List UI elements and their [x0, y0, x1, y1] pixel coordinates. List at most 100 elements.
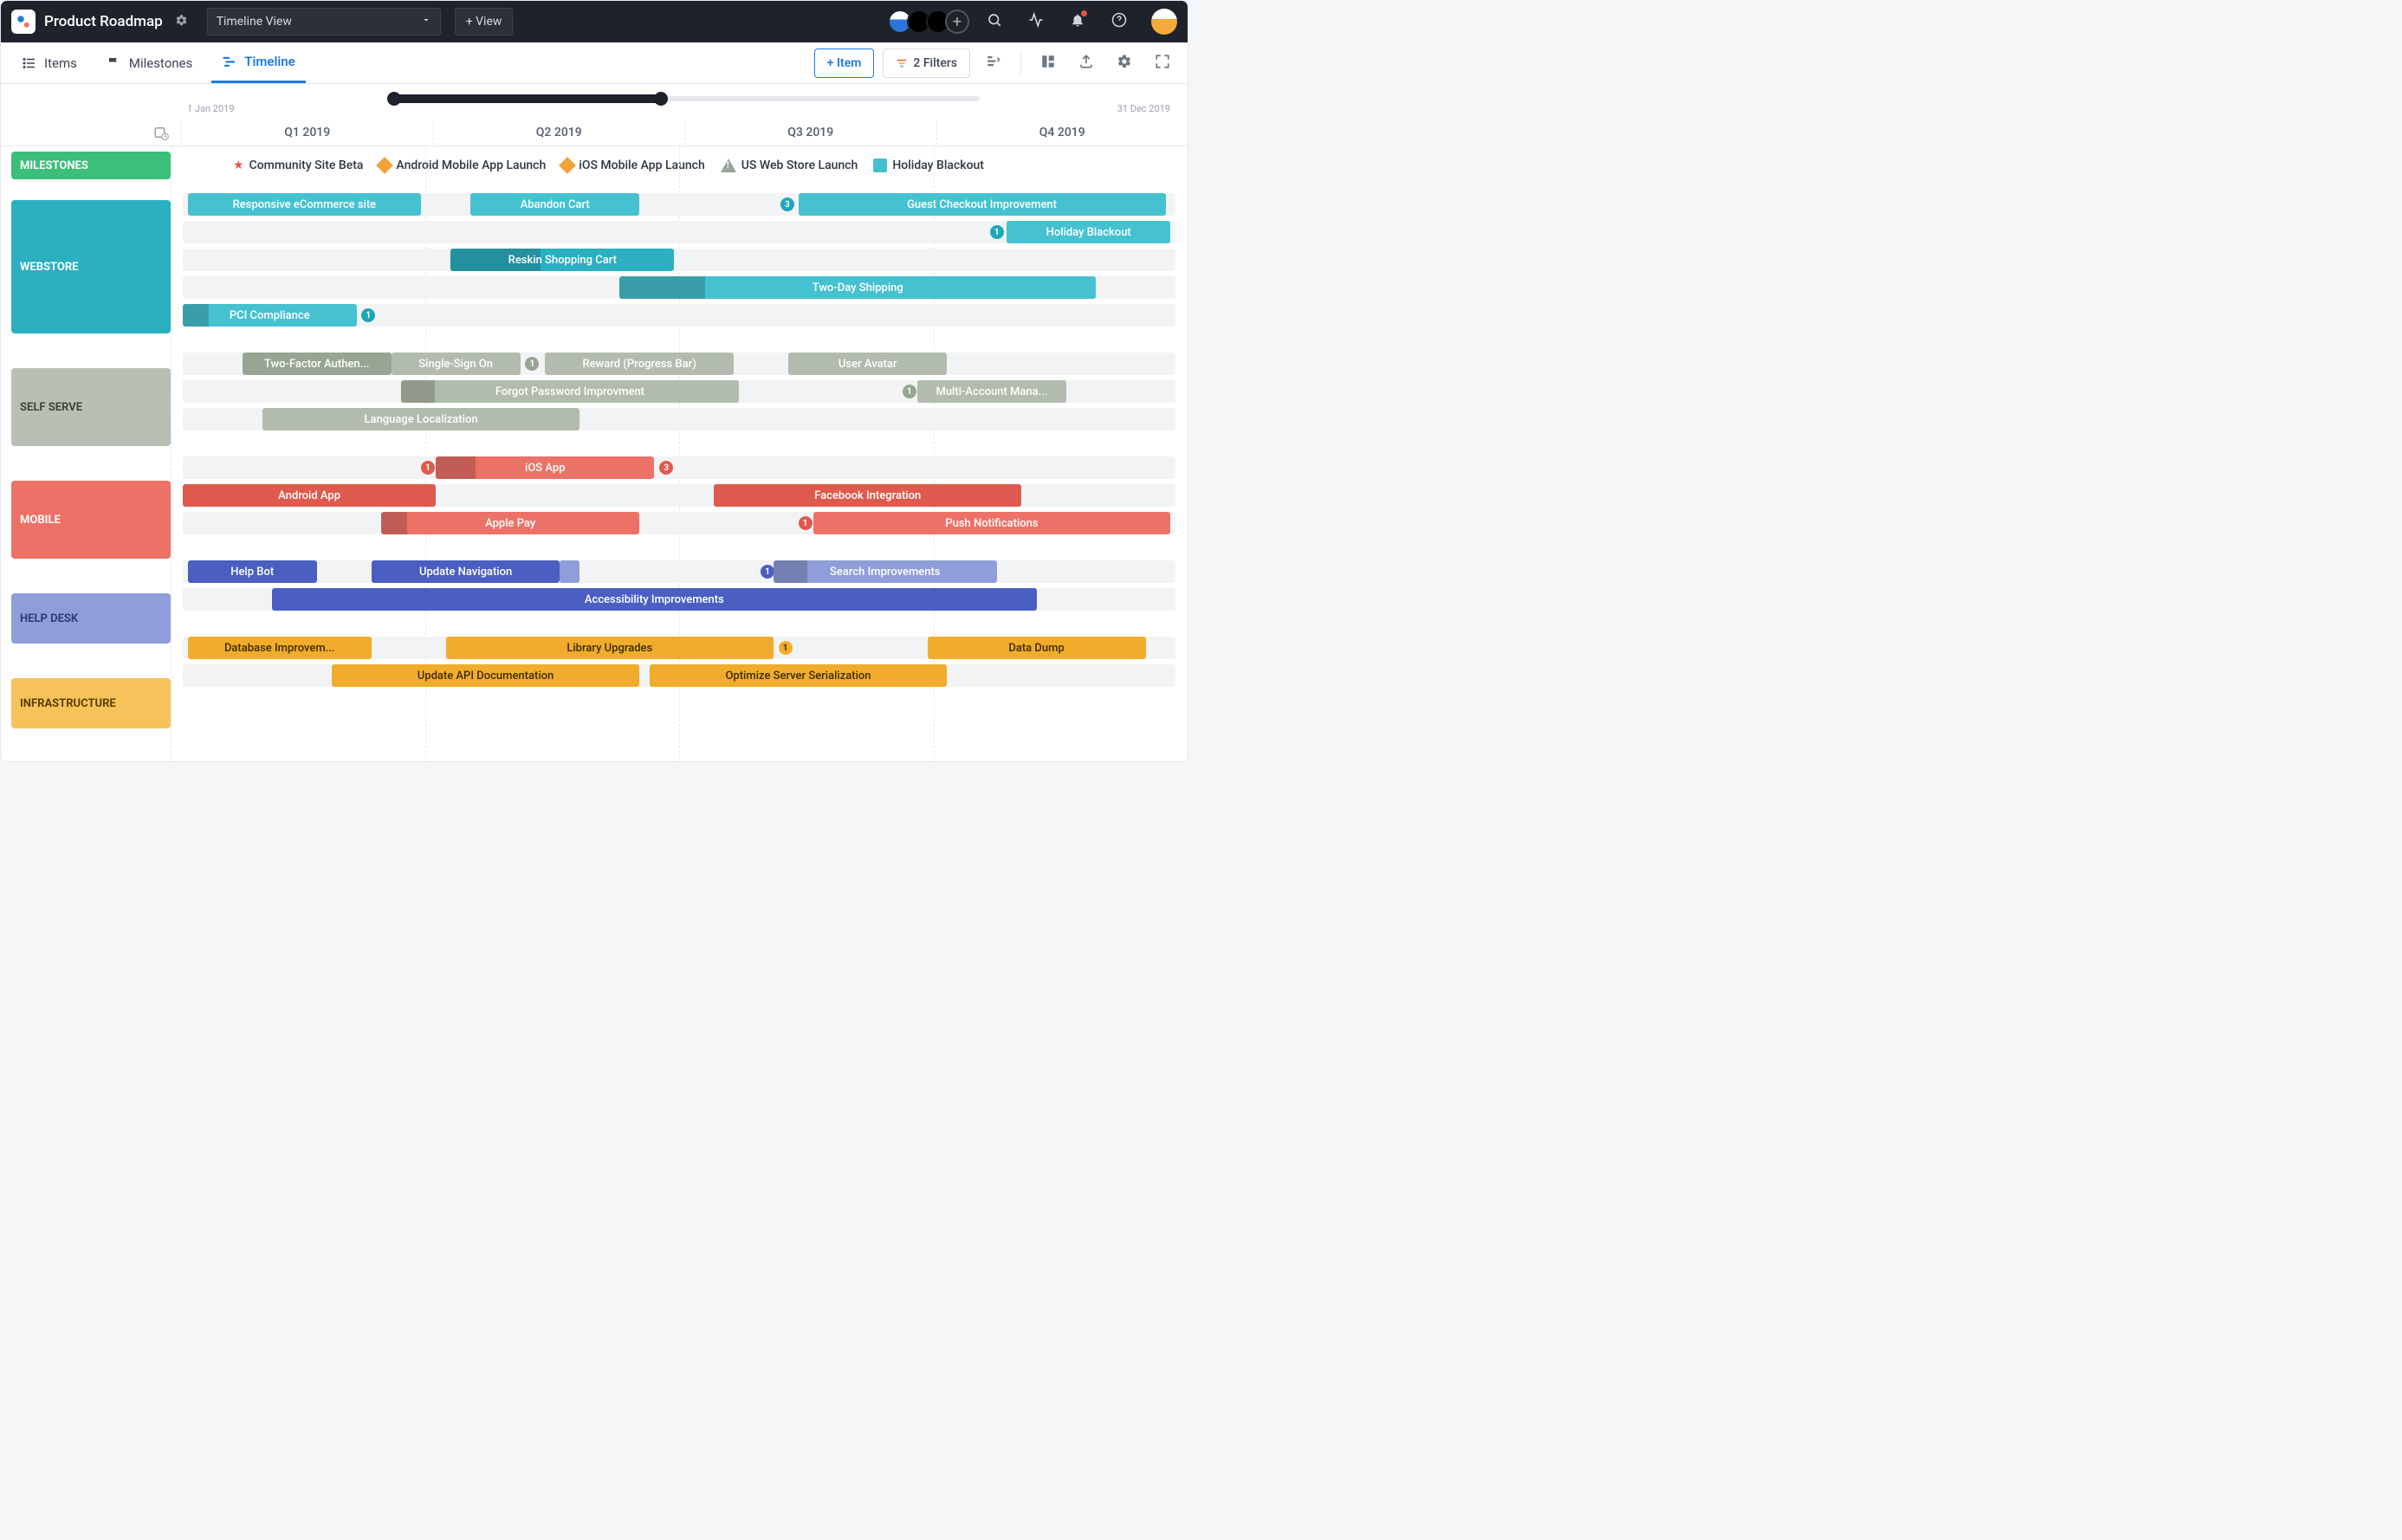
quarter-q3: Q3 2019 [684, 120, 936, 145]
milestone[interactable]: US Web Store Launch [721, 159, 858, 172]
group-icon[interactable] [979, 54, 1008, 73]
settings-icon[interactable] [1110, 54, 1139, 73]
track: Responsive eCommerce site Abandon Cart 3… [183, 193, 1175, 216]
filters-button[interactable]: 2 Filters [883, 49, 970, 78]
swimlane-webstore[interactable]: WEBSTORE [11, 200, 171, 333]
bar-facebook-integration[interactable]: Facebook Integration [714, 484, 1021, 507]
app-logo[interactable] [11, 10, 36, 34]
top-bar: Product Roadmap Timeline View + View + [1, 1, 1188, 42]
dependency-badge[interactable]: 1 [799, 516, 813, 530]
view-selector[interactable]: Timeline View [207, 8, 441, 36]
track: Accessibility Improvements [183, 588, 1175, 611]
filter-icon [896, 57, 908, 69]
bar-responsive-ecommerce[interactable]: Responsive eCommerce site [188, 193, 421, 216]
bar-help-bot[interactable]: Help Bot [188, 560, 317, 583]
dependency-badge[interactable]: 1 [361, 308, 375, 322]
bar-accessibility[interactable]: Accessibility Improvements [272, 588, 1036, 611]
bar-data-dump[interactable]: Data Dump [928, 637, 1146, 659]
track: Language Localization [183, 408, 1175, 430]
star-icon: ★ [233, 159, 244, 172]
tab-items-label: Items [44, 55, 77, 71]
bar-reskin-cart[interactable]: Reskin Shopping Cart [450, 249, 674, 271]
dependency-badge[interactable]: 3 [780, 197, 794, 211]
bar-holiday-blackout[interactable]: Holiday Blackout [1007, 221, 1170, 243]
dependency-badge[interactable]: 1 [761, 565, 774, 579]
bar-update-navigation-tail[interactable] [560, 560, 579, 583]
calendar-settings-icon[interactable] [1, 125, 181, 140]
bar-android-app[interactable]: Android App [183, 484, 436, 507]
bar-forgot-password[interactable]: Forgot Password Improvment [401, 380, 739, 403]
dependency-badge[interactable]: 1 [525, 357, 539, 371]
bar-multi-account[interactable]: Multi-Account Mana... [917, 380, 1066, 403]
bar-two-day-shipping[interactable]: Two-Day Shipping [619, 276, 1096, 299]
track: Database Improvem... Library Upgrades 1 … [183, 637, 1175, 659]
bar-api-docs[interactable]: Update API Documentation [332, 664, 639, 687]
fullscreen-icon[interactable] [1148, 54, 1177, 73]
slider-handle-right[interactable] [654, 92, 668, 106]
swimlane-selfserve[interactable]: SELF SERVE [11, 368, 171, 446]
warning-icon [721, 159, 736, 172]
sub-nav: Items Milestones Timeline + Item 2 Filte… [1, 42, 1188, 84]
bar-search-improvements[interactable]: Search Improvements [774, 560, 997, 583]
tab-milestones[interactable]: Milestones [96, 42, 203, 83]
slider-handle-left[interactable] [387, 92, 401, 106]
board-title[interactable]: Product Roadmap [44, 13, 163, 30]
range-slider[interactable] [389, 94, 980, 103]
dependency-badge[interactable]: 1 [779, 641, 793, 655]
help-icon[interactable] [1111, 12, 1127, 31]
add-item-button[interactable]: + Item [814, 49, 875, 78]
layout-icon[interactable] [1033, 54, 1063, 73]
dependency-badge[interactable]: 1 [421, 461, 435, 475]
notifications-icon[interactable] [1070, 12, 1085, 31]
bar-apple-pay[interactable]: Apple Pay [381, 512, 639, 534]
bar-language-localization[interactable]: Language Localization [262, 408, 580, 430]
tab-timeline-label: Timeline [244, 54, 295, 69]
search-icon[interactable] [987, 12, 1002, 31]
dependency-badge[interactable]: 1 [990, 225, 1004, 239]
bar-update-navigation[interactable]: Update Navigation [372, 560, 560, 583]
track: 1 Holiday Blackout [183, 221, 1175, 243]
add-view-button[interactable]: + View [455, 8, 514, 36]
milestone[interactable]: iOS Mobile App Launch [561, 159, 705, 172]
date-ruler: 1 Jan 2019 31 Dec 2019 [1, 84, 1188, 119]
milestone[interactable]: Android Mobile App Launch [379, 159, 546, 172]
swimlane-infra[interactable]: INFRASTRUCTURE [11, 678, 171, 728]
bar-server-serialization[interactable]: Optimize Server Serialization [650, 664, 948, 687]
milestone[interactable]: ★Community Site Beta [233, 159, 363, 172]
collaborator-avatars[interactable]: + [893, 10, 969, 34]
bar-ios-app[interactable]: iOS App [436, 456, 654, 479]
add-collaborator-button[interactable]: + [945, 10, 969, 34]
activity-icon[interactable] [1028, 12, 1044, 31]
bar-database-improvements[interactable]: Database Improvem... [188, 637, 372, 659]
bar-reward[interactable]: Reward (Progress Bar) [545, 353, 734, 375]
bar-guest-checkout[interactable]: Guest Checkout Improvement [799, 193, 1166, 216]
bar-push-notifications[interactable]: Push Notifications [813, 512, 1171, 534]
track: 1 iOS App 3 [183, 456, 1175, 479]
range-start-label: 1 Jan 2019 [187, 103, 235, 114]
tab-timeline[interactable]: Timeline [211, 42, 305, 83]
filters-label: 2 Filters [913, 56, 957, 70]
bar-two-factor[interactable]: Two-Factor Authen... [243, 353, 392, 375]
swimlane-milestones[interactable]: MILESTONES [11, 152, 171, 179]
range-end-label: 31 Dec 2019 [1117, 103, 1170, 114]
user-avatar[interactable] [1151, 9, 1177, 35]
quarter-q4: Q4 2019 [936, 120, 1188, 145]
swimlane-helpdesk[interactable]: HELP DESK [11, 593, 171, 644]
tab-milestones-label: Milestones [129, 55, 192, 71]
export-icon[interactable] [1072, 54, 1101, 73]
dependency-badge[interactable]: 1 [903, 385, 916, 398]
tab-items[interactable]: Items [11, 42, 87, 83]
bar-abandon-cart[interactable]: Abandon Cart [470, 193, 639, 216]
dependency-badge[interactable]: 3 [659, 461, 673, 475]
view-selector-label: Timeline View [217, 15, 292, 29]
track: Update API Documentation Optimize Server… [183, 664, 1175, 687]
bar-library-upgrades[interactable]: Library Upgrades [446, 637, 774, 659]
milestone[interactable]: Holiday Blackout [873, 159, 984, 172]
bar-pci-compliance[interactable]: PCI Compliance [183, 304, 357, 327]
quarter-q1: Q1 2019 [181, 120, 433, 145]
swimlane-mobile[interactable]: MOBILE [11, 481, 171, 559]
track: Reskin Shopping Cart [183, 249, 1175, 271]
board-settings-icon[interactable] [175, 14, 188, 30]
bar-sso[interactable]: Single-Sign On [392, 353, 521, 375]
bar-user-avatar[interactable]: User Avatar [788, 353, 947, 375]
